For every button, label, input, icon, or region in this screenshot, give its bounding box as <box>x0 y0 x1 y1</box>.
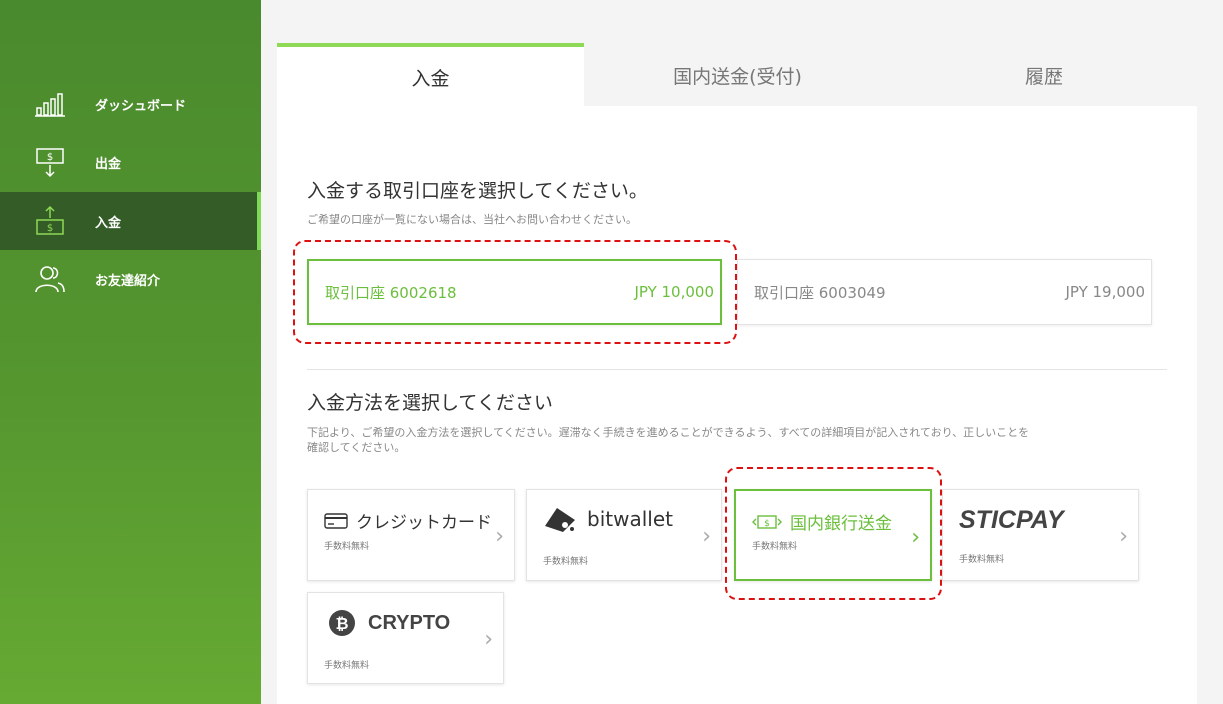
sidebar-item-label: 出金 <box>95 156 122 172</box>
method-label: 国内銀行送金 <box>790 514 892 534</box>
account-balance: JPY 10,000 <box>634 283 714 301</box>
method-note-line2: 確認してください。 <box>307 441 406 454</box>
method-fee: 手数料無料 <box>752 542 798 552</box>
bitwallet-logo-icon <box>543 506 577 532</box>
account-balance: JPY 19,000 <box>1065 283 1145 301</box>
account-name: 取引口座 6003049 <box>754 283 886 302</box>
tab-deposit[interactable]: 入金 <box>277 43 584 107</box>
method-fee: 手数料無料 <box>959 555 1005 565</box>
section-divider <box>307 369 1167 370</box>
svg-text:$: $ <box>47 223 53 234</box>
method-credit-card[interactable]: クレジットカード 手数料無料 › <box>307 489 515 581</box>
chevron-right-icon: › <box>484 627 493 652</box>
sidebar-item-referral[interactable]: お友達紹介 <box>0 250 261 308</box>
sidebar: ダッシュボード $ 出金 $ 入金 お友達紹介 <box>0 0 261 704</box>
sidebar-item-deposit[interactable]: $ 入金 <box>0 192 261 250</box>
method-section-note: 下記より、ご希望の入金方法を選択してください。遅滞なく手続きを進めることができる… <box>307 425 1177 455</box>
method-fee: 手数料無料 <box>543 557 589 567</box>
withdraw-icon: $ <box>34 146 66 178</box>
account-card-6002618[interactable]: 取引口座 6002618 JPY 10,000 <box>307 259 722 325</box>
method-label: CRYPTO <box>368 611 451 634</box>
sidebar-item-dashboard[interactable]: ダッシュボード <box>0 75 261 133</box>
svg-text:$: $ <box>47 152 53 163</box>
account-section-note: ご希望の口座が一覧にない場合は、当社へお問い合わせください。 <box>307 213 637 226</box>
method-bitwallet[interactable]: bitwallet 手数料無料 › <box>526 489 722 581</box>
bitcoin-icon: ₿ <box>328 609 356 637</box>
method-note-line1: 下記より、ご希望の入金方法を選択してください。遅滞なく手続きを進めることができる… <box>307 426 1030 439</box>
method-sticpay[interactable]: STICPAY 手数料無料 › <box>942 489 1139 581</box>
sidebar-item-withdraw[interactable]: $ 出金 <box>0 133 261 191</box>
chevron-right-icon: › <box>911 525 920 550</box>
method-crypto[interactable]: ₿ CRYPTO 手数料無料 › <box>307 592 504 684</box>
sidebar-item-label: 入金 <box>95 215 122 231</box>
method-fee: 手数料無料 <box>324 542 370 552</box>
deposit-icon: $ <box>34 205 66 237</box>
bar-chart-icon <box>34 88 66 120</box>
method-label: クレジットカード <box>356 513 492 533</box>
method-fee: 手数料無料 <box>324 661 370 671</box>
method-domestic-bank-transfer[interactable]: $ 国内銀行送金 手数料無料 › <box>734 489 932 581</box>
tab-history[interactable]: 履歴 <box>891 43 1197 107</box>
chevron-right-icon: › <box>702 524 711 549</box>
svg-text:₿: ₿ <box>335 614 348 633</box>
sidebar-item-label: ダッシュボード <box>95 98 187 114</box>
account-section-title: 入金する取引口座を選択してください。 <box>307 180 648 202</box>
tab-domestic-transfer[interactable]: 国内送金(受付) <box>584 43 891 107</box>
chevron-right-icon: › <box>495 524 504 549</box>
credit-card-icon <box>324 512 348 529</box>
chevron-right-icon: › <box>1119 524 1128 549</box>
svg-text:$: $ <box>764 519 770 529</box>
account-card-6003049[interactable]: 取引口座 6003049 JPY 19,000 <box>737 259 1152 325</box>
users-icon <box>34 263 66 295</box>
account-name: 取引口座 6002618 <box>325 283 457 302</box>
method-label: STICPAY <box>959 506 1064 534</box>
sidebar-item-label: お友達紹介 <box>95 273 161 289</box>
bank-transfer-icon: $ <box>752 514 782 530</box>
method-section-title: 入金方法を選択してください <box>307 392 553 414</box>
method-label: bitwallet <box>587 507 673 531</box>
